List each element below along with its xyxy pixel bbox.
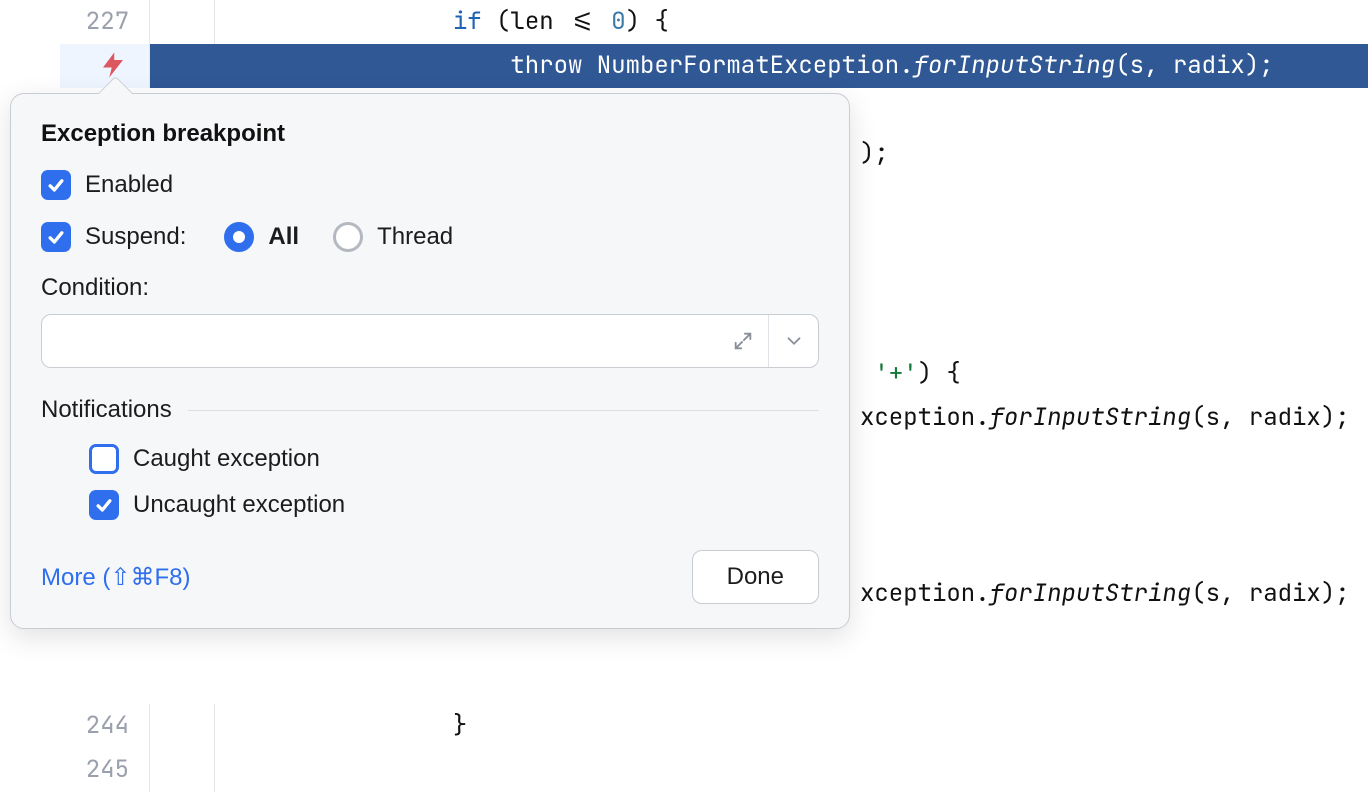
condition-label: Condition: <box>41 274 819 302</box>
expand-icon[interactable] <box>718 315 768 367</box>
done-button[interactable]: Done <box>692 550 819 604</box>
breakpoint-popup: Exception breakpoint Enabled Suspend: Al… <box>10 93 850 629</box>
code-text: xception.forInputString(s, radix); <box>850 396 1368 440</box>
code-line: 245 <box>60 748 1368 792</box>
code-line: 227 if (len <= 0) { <box>60 0 1368 44</box>
code-text: throw NumberFormatException.forInputStri… <box>270 44 1368 88</box>
condition-input-wrapper <box>41 314 819 368</box>
enabled-label: Enabled <box>85 171 173 199</box>
gutter-spacer <box>215 748 270 792</box>
gutter-spacer <box>150 0 215 44</box>
suspend-label: Suspend: <box>85 223 186 251</box>
condition-input[interactable] <box>42 315 718 367</box>
code-text: } <box>270 704 1368 748</box>
uncaught-exception-checkbox[interactable] <box>89 490 119 520</box>
gutter-spacer <box>215 0 270 44</box>
code-line: 244 } <box>60 704 1368 748</box>
gutter-spacer <box>215 704 270 748</box>
notifications-label: Notifications <box>41 396 172 424</box>
line-number: 227 <box>60 0 150 44</box>
divider <box>188 410 819 411</box>
code-line <box>60 660 1368 704</box>
more-link[interactable]: More (⇧⌘F8) <box>41 563 190 592</box>
code-text: ); <box>850 132 1368 176</box>
caught-exception-label: Caught exception <box>133 445 320 473</box>
code-text: xception.forInputString(s, radix); <box>850 572 1368 616</box>
code-text: '+') { <box>850 352 1368 396</box>
line-number: 245 <box>60 748 150 792</box>
suspend-thread-radio[interactable] <box>333 222 363 252</box>
uncaught-exception-label: Uncaught exception <box>133 491 345 519</box>
gutter-spacer <box>215 44 270 88</box>
gutter-spacer <box>150 748 215 792</box>
suspend-all-radio[interactable] <box>224 222 254 252</box>
code-text: if (len <= 0) { <box>270 0 1368 44</box>
enabled-checkbox[interactable] <box>41 170 71 200</box>
exception-breakpoint-icon[interactable] <box>98 50 128 80</box>
execution-line: throw NumberFormatException.forInputStri… <box>60 44 1368 88</box>
suspend-checkbox[interactable] <box>41 222 71 252</box>
popup-title: Exception breakpoint <box>41 120 819 148</box>
caught-exception-checkbox[interactable] <box>89 444 119 474</box>
gutter-spacer <box>150 44 215 88</box>
chevron-down-icon[interactable] <box>768 315 818 367</box>
gutter-spacer <box>150 704 215 748</box>
suspend-thread-label: Thread <box>377 223 453 251</box>
line-number: 244 <box>60 704 150 748</box>
suspend-all-label: All <box>268 223 299 251</box>
